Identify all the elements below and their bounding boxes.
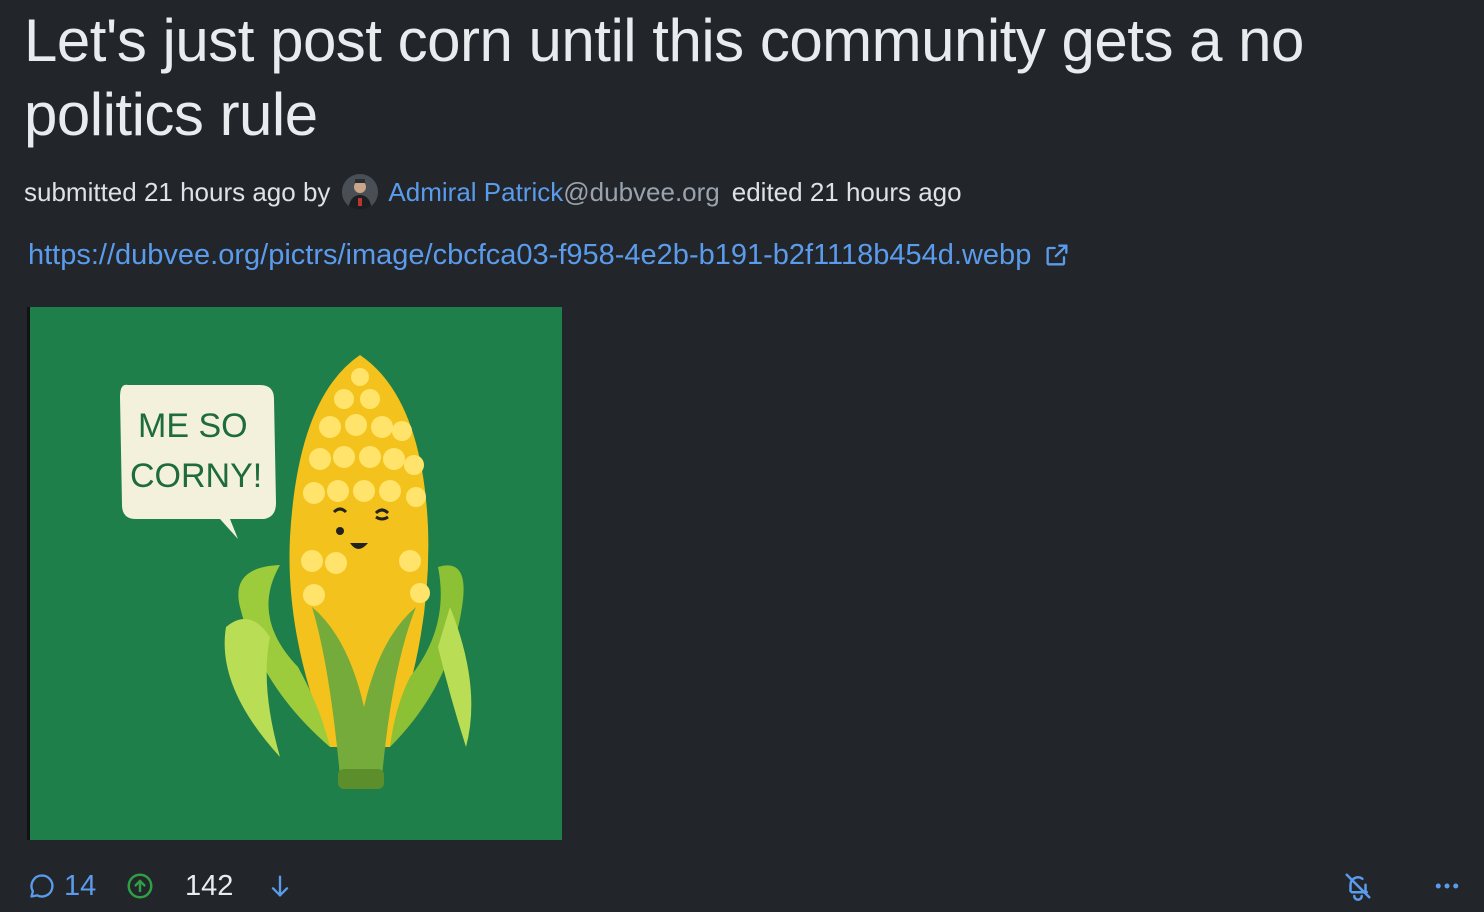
post-footer: 14 142 <box>0 864 1484 908</box>
post-image[interactable]: ME SO CORNY! <box>27 307 562 840</box>
speech-line-1: ME SO <box>138 407 248 445</box>
score-value: 142 <box>185 869 234 902</box>
submitted-text: submitted 21 hours ago by <box>24 176 331 207</box>
comment-icon <box>30 874 54 898</box>
more-dots-icon <box>1435 883 1459 889</box>
edited-text: edited 21 hours ago <box>731 176 962 207</box>
external-link-icon[interactable] <box>1043 241 1071 269</box>
bell-off-icon <box>1345 873 1371 901</box>
comment-count: 14 <box>64 869 97 902</box>
author-link[interactable]: Admiral Patrick <box>388 177 563 208</box>
downvote-button[interactable] <box>266 864 294 908</box>
speech-line-2: CORNY! <box>130 457 262 495</box>
upvote-button[interactable] <box>125 864 155 908</box>
upvote-circle-icon <box>127 873 153 899</box>
speech-bubble: ME SO CORNY! <box>120 384 276 539</box>
comments-button[interactable]: 14 <box>28 864 96 908</box>
notifications-toggle[interactable] <box>1343 864 1373 908</box>
post-link-row: https://dubvee.org/pictrs/image/cbcfca03… <box>28 236 1071 274</box>
post-title[interactable]: Let's just post corn until this communit… <box>24 4 1464 152</box>
post-url-link[interactable]: https://dubvee.org/pictrs/image/cbcfca03… <box>28 239 1031 272</box>
author-instance[interactable]: @dubvee.org <box>563 177 720 208</box>
arrow-down-icon <box>271 875 289 897</box>
post-meta: submitted 21 hours ago by Admiral Patric… <box>24 174 962 210</box>
more-options-button[interactable] <box>1432 864 1462 908</box>
avatar[interactable] <box>342 174 379 210</box>
